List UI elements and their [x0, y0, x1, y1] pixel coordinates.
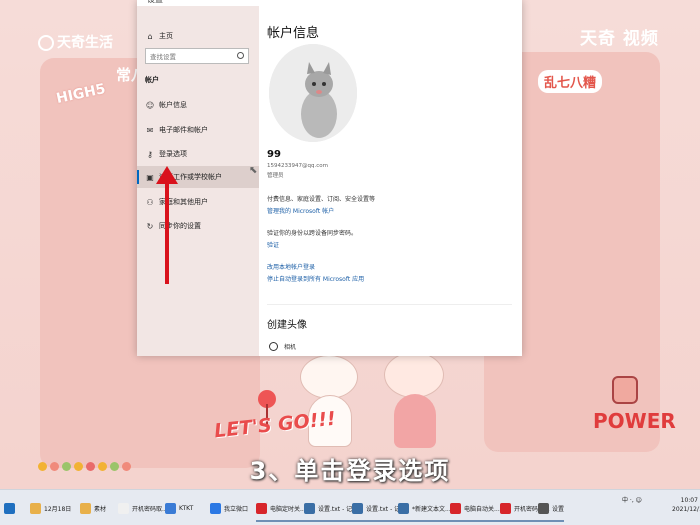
- taskbar-item[interactable]: 开机密码取...: [118, 498, 168, 518]
- mail-icon: ✉: [146, 125, 154, 135]
- taskbar-item-label: 素材: [94, 505, 107, 513]
- app-icon: [118, 502, 129, 514]
- verify-link[interactable]: 验证: [267, 240, 279, 249]
- verify-identity-text: 验证你的身份以跨设备同步密码。: [267, 230, 358, 237]
- nav-item-label: 帐户信息: [159, 101, 187, 109]
- people-icon: ⚇: [146, 197, 154, 207]
- billing-info-text: 付费信息、家庭设置、订阅、安全设置等: [267, 196, 376, 203]
- sticker-power: POWER: [593, 409, 676, 433]
- nav-section-title: 帐户: [145, 76, 159, 84]
- app-icon: [304, 502, 315, 514]
- account-role: 管理员: [267, 173, 284, 179]
- start-button[interactable]: [4, 498, 18, 518]
- key-icon: ⚷: [147, 149, 153, 159]
- taskbar-item-label: 设置: [552, 505, 565, 513]
- nav-item-account-info[interactable]: ☺ 帐户信息: [137, 94, 259, 116]
- settings-content: 帐户信息 99 1594233947@qq.com 管理员 付费信息、家庭设置、…: [259, 6, 522, 356]
- section-create-avatar: 创建头像: [267, 320, 307, 331]
- taskbar-item[interactable]: 电脑定时关...: [256, 498, 306, 522]
- taskbar-item[interactable]: 设置: [538, 498, 565, 522]
- taskbar-item[interactable]: *新建文本文...: [398, 498, 451, 522]
- taskbar-item[interactable]: KTKT: [165, 498, 193, 518]
- settings-window: 设置 ⌂ 主页 查找设置 帐户 ☺ 帐户信息 ✉ 电子邮件和帐户 ⚷ 登录选项 …: [137, 0, 522, 356]
- taskbar: 12月18日 素材 开机密码取... KTKT 我立微口 电脑定时关... 设置.txt -…: [0, 489, 700, 525]
- watermark-right: 天奇 视频: [580, 29, 659, 49]
- cat-photo: [269, 44, 357, 142]
- avatar: [269, 44, 357, 142]
- nav-home-label: 主页: [159, 32, 173, 40]
- account-email: 1594233947@qq.com: [267, 163, 328, 169]
- taskbar-clock[interactable]: 10:07 2021/12/18: [672, 496, 700, 514]
- fist-icon: [612, 376, 638, 404]
- taskbar-item-label: 电脑自动关...: [464, 505, 500, 513]
- settings-search-input[interactable]: 查找设置: [145, 48, 249, 64]
- briefcase-icon: ▣: [146, 172, 154, 182]
- clock-time: 10:07: [680, 497, 698, 504]
- nav-home[interactable]: ⌂ 主页: [137, 25, 259, 47]
- taskbar-item-label: 12月18日: [44, 505, 72, 513]
- taskbar-item[interactable]: 我立微口: [210, 498, 248, 518]
- page-title: 帐户信息: [267, 26, 320, 41]
- taskbar-item[interactable]: 电脑自动关...: [450, 498, 500, 522]
- nav-item-sign-in-options[interactable]: ⚷ 登录选项: [137, 143, 259, 165]
- system-tray[interactable]: 中 ·, ☺: [622, 495, 642, 504]
- clock-date: 2021/12/18: [672, 506, 700, 513]
- taskbar-item[interactable]: 设置.txt - 记...: [304, 498, 358, 522]
- home-icon: ⌂: [147, 31, 153, 41]
- taskbar-item-label: 开机密码取...: [132, 505, 168, 513]
- camera-label: 相机: [284, 344, 297, 351]
- nav-item-sync-settings[interactable]: ↻ 同步你的设置: [137, 215, 259, 237]
- person-icon: ☺: [145, 100, 155, 110]
- search-placeholder: 查找设置: [150, 53, 176, 61]
- tutorial-caption: 3、单击登录选项: [249, 457, 451, 485]
- app-icon: [210, 502, 221, 514]
- app-icon: [450, 502, 461, 514]
- nav-item-family-users[interactable]: ⚇ 家庭和其他用户: [137, 191, 259, 213]
- nav-item-label: 电子邮件和帐户: [159, 126, 208, 134]
- app-icon: [352, 502, 363, 514]
- taskbar-item-label: *新建文本文...: [412, 505, 451, 513]
- sync-icon: ↻: [146, 221, 154, 231]
- watermark-left: 天奇生活: [38, 32, 113, 52]
- taskbar-item-label: KTKT: [179, 504, 194, 512]
- sticker-luan: 乱七八糟: [538, 70, 603, 93]
- camera-option[interactable]: 相机: [269, 342, 296, 351]
- manage-account-link[interactable]: 管理我的 Microsoft 帐户: [267, 206, 334, 215]
- red-arrow-shaft: [165, 180, 169, 284]
- stop-auto-signin-link[interactable]: 停止自动登录到所有 Microsoft 应用: [267, 274, 364, 283]
- app-icon: [398, 502, 409, 514]
- taskbar-item-label: 电脑定时关...: [270, 505, 306, 513]
- camera-icon: [269, 342, 278, 351]
- nav-item-email-accounts[interactable]: ✉ 电子邮件和帐户: [137, 119, 259, 141]
- divider: [267, 304, 512, 305]
- app-icon: [256, 502, 267, 514]
- app-icon: [80, 502, 91, 514]
- app-icon: [500, 502, 511, 514]
- mouse-cursor-icon: ⬉: [249, 165, 258, 176]
- local-account-link[interactable]: 改用本地帐户登录: [267, 262, 315, 271]
- app-icon: [30, 502, 41, 514]
- app-icon: [538, 502, 549, 514]
- account-name: 99: [267, 149, 281, 160]
- app-icon: [165, 502, 176, 514]
- nav-item-label: 登录选项: [159, 150, 187, 158]
- windows-icon: [4, 502, 15, 514]
- window-title: 设置: [147, 0, 163, 5]
- search-icon: [237, 52, 244, 59]
- taskbar-item[interactable]: 12月18日: [30, 498, 71, 518]
- taskbar-item-label: 我立微口: [224, 505, 249, 513]
- taskbar-item[interactable]: 素材: [80, 498, 106, 518]
